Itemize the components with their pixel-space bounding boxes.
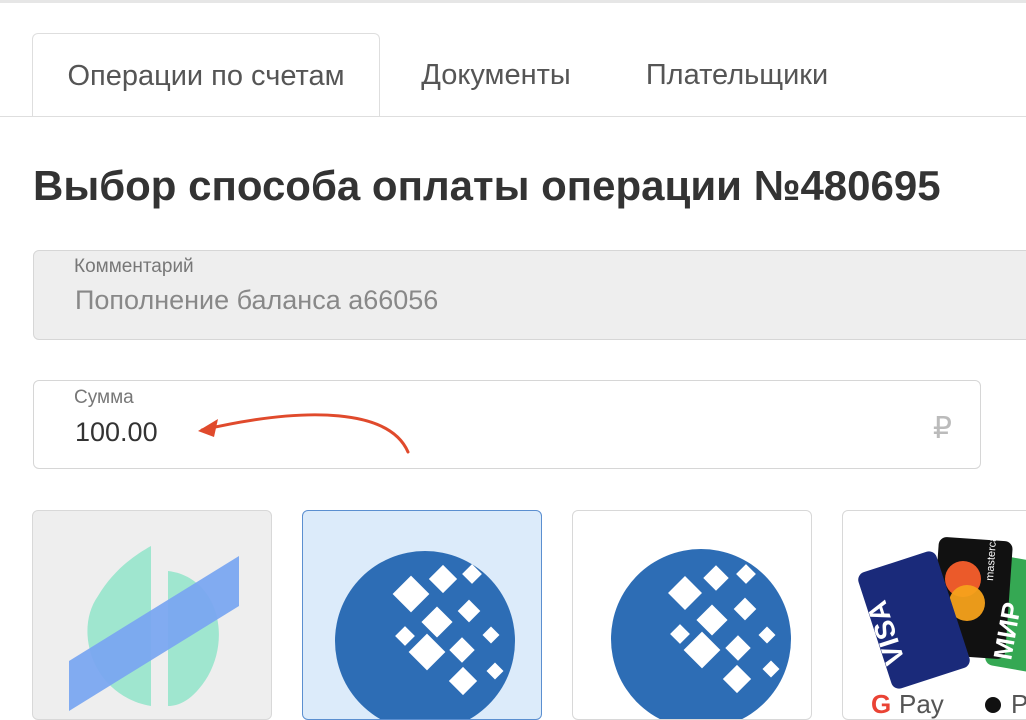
svg-text:P: P — [1011, 689, 1026, 719]
top-divider — [0, 0, 1026, 3]
comment-field: Комментарий Пополнение баланса a66056 — [33, 250, 1026, 340]
svg-text:G: G — [871, 689, 891, 719]
webmoney-icon — [335, 551, 515, 719]
page-title: Выбор способа оплаты операции №480695 — [33, 162, 941, 209]
payment-method-1[interactable] — [32, 510, 272, 720]
tab-documents[interactable]: Документы — [396, 33, 596, 117]
payment-method-webmoney-selected[interactable] — [302, 510, 542, 720]
payment-method-bank-cards[interactable]: mastercard VISA МИР G Pay P — [842, 510, 1026, 720]
amount-input[interactable]: 100.00 — [75, 417, 158, 448]
gpay-text: Pay — [899, 689, 944, 719]
tab-account-operations[interactable]: Операции по счетам — [32, 33, 380, 117]
tab-payers[interactable]: Плательщики — [620, 33, 854, 117]
green-blue-logo-icon — [69, 546, 239, 711]
amount-field[interactable]: Сумма 100.00 ₽ — [33, 380, 981, 469]
comment-label: Комментарий — [74, 256, 194, 277]
tabs-underline — [0, 116, 1026, 117]
bank-cards-icon: mastercard VISA МИР G Pay P — [858, 525, 1026, 719]
webmoney-icon — [611, 549, 791, 719]
amount-label: Сумма — [74, 387, 134, 408]
ruble-icon: ₽ — [932, 412, 952, 445]
comment-value: Пополнение баланса a66056 — [75, 285, 439, 315]
payment-method-webmoney[interactable] — [572, 510, 812, 720]
annotation-arrow-icon — [198, 413, 410, 454]
